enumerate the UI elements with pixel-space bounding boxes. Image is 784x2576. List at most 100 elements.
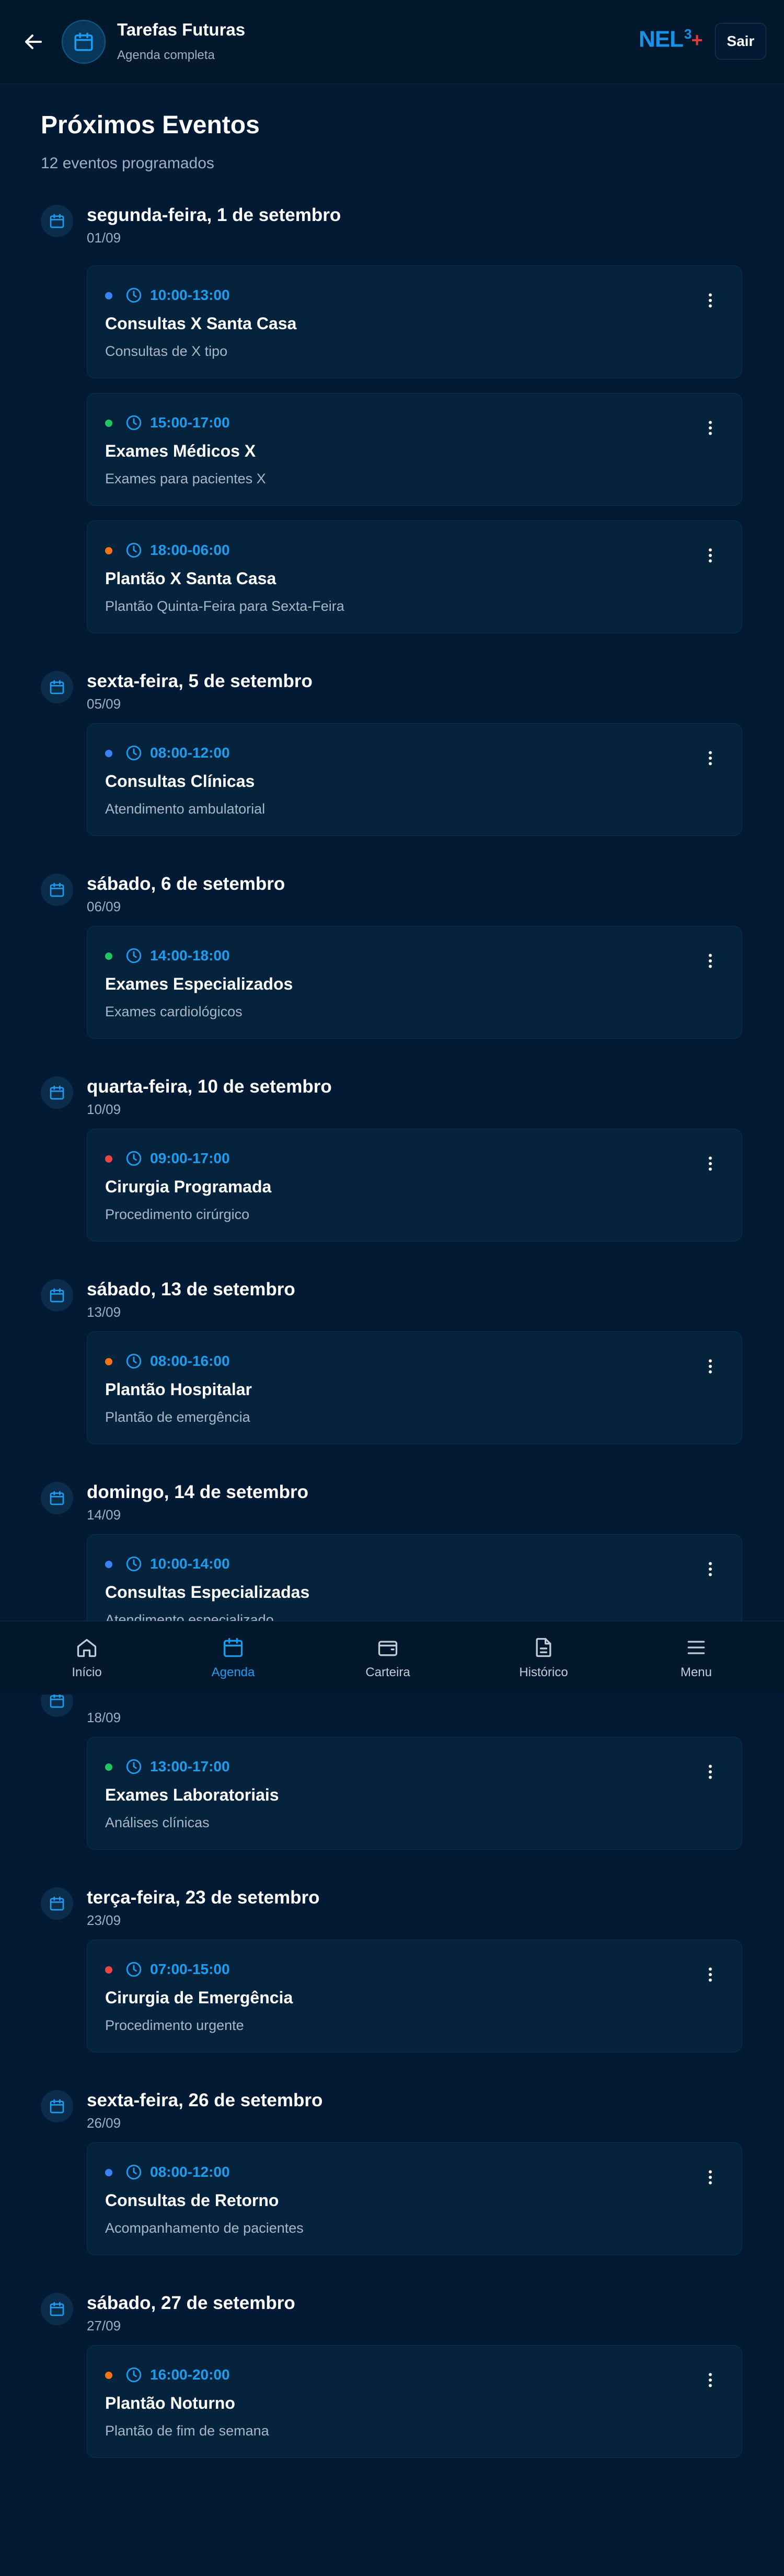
event-options-button[interactable]: [704, 2371, 717, 2389]
status-dot: [105, 1561, 112, 1568]
day-date: 10/09: [87, 1101, 121, 1117]
event-time: 08:00-12:00: [150, 745, 230, 761]
day-icon-badge: [41, 1279, 73, 1312]
status-dot: [105, 1358, 112, 1365]
event-card[interactable]: 08:00-12:00 Consultas de Retorno Acompanha…: [87, 2142, 742, 2255]
event-card[interactable]: 08:00-16:00 Plantão Hospitalar Plantão de …: [87, 1331, 742, 1444]
exit-button[interactable]: Sair: [715, 23, 766, 60]
more-vertical-icon: [709, 2373, 712, 2387]
status-dot: [105, 2169, 112, 2176]
status-dot: [105, 1966, 112, 1974]
event-card[interactable]: 15:00-17:00 Exames Médicos X Exames para p…: [87, 393, 742, 506]
menu-icon: [687, 1641, 705, 1654]
nav-item-inicio[interactable]: Início: [34, 1636, 139, 1680]
nav-item-agenda[interactable]: Agenda: [181, 1636, 285, 1680]
nav-item-historico[interactable]: Histórico: [491, 1636, 596, 1680]
more-vertical-icon: [709, 548, 712, 563]
more-vertical-icon: [709, 954, 712, 968]
status-dot: [105, 420, 112, 427]
event-description: Acompanhamento de pacientes: [105, 2220, 304, 2236]
event-options-button[interactable]: [704, 1154, 717, 1173]
event-time: 07:00-15:00: [150, 1961, 230, 1977]
event-options-button[interactable]: [704, 952, 717, 970]
day-icon-badge: [41, 671, 73, 703]
day-icon-badge: [41, 1076, 73, 1109]
event-description: Atendimento ambulatorial: [105, 801, 266, 817]
event-options-button[interactable]: [704, 1560, 717, 1579]
nel-logo: NEL3+: [639, 26, 703, 53]
calendar-icon: [50, 1288, 64, 1303]
event-time: 10:00-13:00: [150, 287, 230, 303]
event-time: 18:00-06:00: [150, 542, 230, 558]
clock-icon: [126, 1353, 142, 1369]
day-title: sexta-feira, 5 de setembro: [87, 671, 313, 691]
event-card[interactable]: 18:00-06:00 Plantão X Santa Casa Plantão Q…: [87, 520, 742, 633]
event-options-button[interactable]: [704, 1965, 717, 1984]
day-date: 23/09: [87, 1912, 121, 1928]
event-card[interactable]: 09:00-17:00 Cirurgia Programada Procedimen…: [87, 1129, 742, 1241]
nav-label: Agenda: [211, 1665, 255, 1679]
event-options-button[interactable]: [704, 2168, 717, 2187]
back-button[interactable]: [21, 29, 46, 54]
event-time: 08:00-12:00: [150, 2164, 230, 2180]
header-title: Tarefas Futuras: [117, 20, 246, 39]
day-icon-badge: [41, 1482, 73, 1514]
event-card[interactable]: 13:00-17:00 Exames Laboratoriais Análises …: [87, 1737, 742, 1850]
event-options-button[interactable]: [704, 419, 717, 437]
event-card[interactable]: 07:00-15:00 Cirurgia de Emergência Procedi…: [87, 1940, 742, 2052]
day-date: 27/09: [87, 2318, 121, 2334]
event-card[interactable]: 16:00-20:00 Plantão Noturno Plantão de fim…: [87, 2345, 742, 2458]
day-title: sábado, 27 de setembro: [87, 2293, 295, 2313]
header-subtitle: Agenda completa: [117, 48, 215, 62]
event-description: Consultas de X tipo: [105, 343, 228, 359]
more-vertical-icon: [709, 421, 712, 435]
nav-item-menu[interactable]: Menu: [644, 1636, 748, 1680]
day-title: segunda-feira, 1 de setembro: [87, 205, 341, 225]
header-calendar-badge: [62, 20, 106, 64]
more-vertical-icon: [709, 1765, 712, 1779]
event-description: Plantão de fim de semana: [105, 2423, 269, 2439]
event-time: 08:00-16:00: [150, 1353, 230, 1369]
home-icon: [77, 1639, 97, 1657]
event-options-button[interactable]: [704, 1762, 717, 1781]
day-date: 14/09: [87, 1507, 121, 1523]
event-title: Consultas Especializadas: [105, 1583, 310, 1602]
nav-item-carteira[interactable]: Carteira: [336, 1636, 440, 1680]
day-title: sexta-feira, 26 de setembro: [87, 2090, 323, 2110]
event-card[interactable]: 08:00-12:00 Consultas Clínicas Atendimento…: [87, 723, 742, 836]
event-description: Procedimento urgente: [105, 2017, 244, 2033]
events-count: 12 eventos programados: [41, 155, 214, 172]
clock-icon: [126, 745, 142, 761]
calendar-icon: [50, 2099, 64, 2114]
status-dot: [105, 1763, 112, 1771]
clock-icon: [126, 1962, 142, 1977]
nav-label: Menu: [680, 1665, 712, 1679]
event-time: 14:00-18:00: [150, 947, 230, 964]
clock-icon: [126, 2164, 142, 2180]
event-description: Plantão de emergência: [105, 1409, 250, 1425]
document-icon: [536, 1638, 551, 1657]
logo-text: NEL: [639, 26, 684, 52]
event-description: Plantão Quinta-Feira para Sexta-Feira: [105, 598, 344, 614]
more-vertical-icon: [709, 1562, 712, 1576]
event-card[interactable]: 14:00-18:00 Exames Especializados Exames c…: [87, 926, 742, 1039]
calendar-icon: [50, 1693, 64, 1708]
event-title: Plantão Hospitalar: [105, 1380, 252, 1399]
event-title: Consultas X Santa Casa: [105, 314, 297, 333]
event-options-button[interactable]: [704, 291, 717, 310]
clock-icon: [126, 948, 142, 964]
event-options-button[interactable]: [704, 749, 717, 768]
event-description: Exames para pacientes X: [105, 471, 266, 486]
event-options-button[interactable]: [704, 1357, 717, 1376]
event-title: Plantão X Santa Casa: [105, 569, 276, 588]
status-dot: [105, 1155, 112, 1163]
calendar-icon: [50, 2302, 64, 2316]
event-card[interactable]: 10:00-13:00 Consultas X Santa Casa Consult…: [87, 265, 742, 378]
app-header: Tarefas Futuras Agenda completa NEL3+ Sa…: [0, 0, 784, 84]
more-vertical-icon: [709, 1156, 712, 1171]
event-time: 09:00-17:00: [150, 1150, 230, 1166]
event-options-button[interactable]: [704, 546, 717, 565]
event-title: Plantão Noturno: [105, 2394, 235, 2412]
bottom-navigation: Início Agenda Carteira Histórico Menu: [0, 1621, 784, 1695]
status-dot: [105, 953, 112, 960]
